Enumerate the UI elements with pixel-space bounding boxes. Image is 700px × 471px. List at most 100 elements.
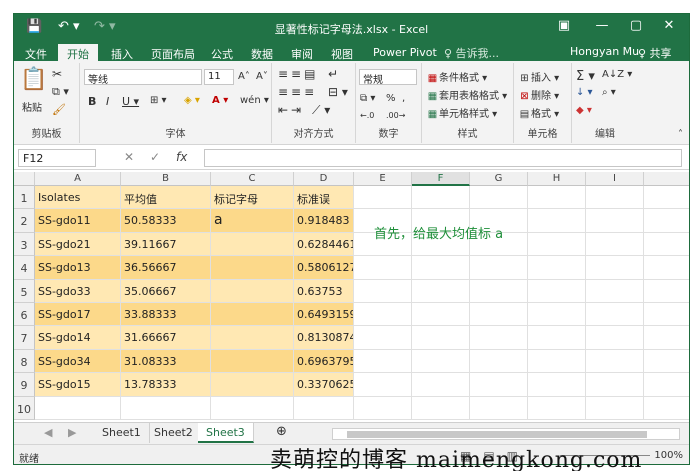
- currency-button[interactable]: ⧉ ▾: [360, 93, 375, 104]
- cell-H4[interactable]: [528, 256, 586, 280]
- cell-I2[interactable]: [586, 209, 644, 233]
- font-color-button[interactable]: A ▾: [212, 95, 228, 106]
- format-as-table-button[interactable]: ▦ 套用表格格式 ▾: [426, 87, 507, 102]
- cell-B4[interactable]: 36.56667: [121, 256, 211, 280]
- cell-x8[interactable]: [644, 350, 689, 374]
- cell-F1[interactable]: [412, 186, 470, 210]
- user-name[interactable]: Hongyan Mu: [570, 45, 639, 58]
- cell-A10[interactable]: [35, 396, 121, 420]
- formula-input[interactable]: [204, 149, 682, 167]
- close-button[interactable]: ✕: [659, 18, 679, 33]
- conditional-format-button[interactable]: ▦ 条件格式 ▾: [426, 69, 487, 84]
- bold-button[interactable]: B: [88, 95, 96, 108]
- cell-A7[interactable]: SS-gdo14: [35, 326, 121, 350]
- row-header-4[interactable]: 4: [14, 256, 35, 280]
- orientation-icon[interactable]: ⟋ ▾: [312, 103, 330, 118]
- cell-A5[interactable]: SS-gdo33: [35, 279, 121, 303]
- select-all-corner[interactable]: [14, 172, 35, 186]
- col-header-h[interactable]: H: [528, 172, 586, 186]
- wrap-text-icon[interactable]: ↵: [328, 67, 338, 81]
- cell-x3[interactable]: [644, 233, 689, 257]
- cell-x10[interactable]: [644, 397, 689, 420]
- cell-C6[interactable]: [211, 303, 294, 327]
- cell-B3[interactable]: 39.11667: [121, 232, 211, 257]
- cell-I6[interactable]: [586, 303, 644, 327]
- sheet-next-icon[interactable]: ▶: [60, 423, 84, 443]
- autosum-button[interactable]: Σ ▾: [576, 69, 595, 84]
- font-size-select[interactable]: 11: [204, 69, 234, 85]
- cell-x2[interactable]: [644, 209, 689, 233]
- format-painter-icon[interactable]: 🖌: [52, 103, 66, 116]
- format-cells-button[interactable]: ▤ 格式 ▾: [518, 105, 559, 120]
- decrease-decimal-button[interactable]: .00→: [386, 111, 405, 120]
- cell-D6[interactable]: 0.6493159: [294, 303, 354, 327]
- cell-G9[interactable]: [470, 373, 528, 397]
- zoom-level[interactable]: 100%: [654, 450, 683, 461]
- cell-E8[interactable]: [354, 349, 412, 374]
- maximize-button[interactable]: ▢: [626, 18, 646, 33]
- cell-C7[interactable]: [211, 326, 294, 350]
- shrink-font-button[interactable]: A˅: [256, 71, 268, 82]
- name-box[interactable]: F12: [18, 149, 96, 167]
- cell-C5[interactable]: [211, 279, 294, 303]
- cell-x9[interactable]: [644, 373, 689, 397]
- row-header-2[interactable]: 2: [14, 209, 35, 233]
- cell-x5[interactable]: [644, 280, 689, 303]
- cell-D5[interactable]: 0.63753: [294, 279, 354, 303]
- clear-button[interactable]: ◆ ▾: [576, 105, 592, 116]
- cell-H2[interactable]: [528, 209, 586, 233]
- copy-icon[interactable]: ⧉ ▾: [52, 85, 69, 99]
- cell-D4[interactable]: 0.5806127: [294, 256, 354, 280]
- tab-file[interactable]: 文件: [16, 44, 56, 61]
- cell-E9[interactable]: [354, 373, 412, 397]
- tab-view[interactable]: 视图: [322, 44, 362, 61]
- cell-E1[interactable]: [354, 186, 412, 210]
- cell-D8[interactable]: 0.6963795: [294, 349, 354, 374]
- cell-A2[interactable]: SS-gdo11: [35, 209, 121, 233]
- cell-H5[interactable]: [528, 279, 586, 303]
- cell-B9[interactable]: 13.78333: [121, 373, 211, 397]
- cell-C2[interactable]: a: [211, 209, 294, 233]
- sheet-tab-2[interactable]: Sheet2: [146, 423, 202, 443]
- cell-I5[interactable]: [586, 279, 644, 303]
- cell-F9[interactable]: [412, 373, 470, 397]
- cell-G6[interactable]: [470, 303, 528, 327]
- cell-I4[interactable]: [586, 256, 644, 280]
- cell-D2[interactable]: 0.918483: [294, 209, 354, 233]
- ribbon-options-icon[interactable]: ▣: [554, 18, 574, 33]
- border-button[interactable]: ⊞ ▾: [150, 95, 167, 106]
- cell-B10[interactable]: [121, 396, 211, 420]
- comma-button[interactable]: ,: [402, 93, 405, 104]
- cell-F10[interactable]: [412, 396, 470, 420]
- cell-A6[interactable]: SS-gdo17: [35, 303, 121, 327]
- row-header-8[interactable]: 8: [14, 349, 35, 374]
- row-header-7[interactable]: 7: [14, 326, 35, 350]
- cell-C9[interactable]: [211, 373, 294, 397]
- col-header-a[interactable]: A: [35, 172, 121, 186]
- font-name-select[interactable]: 等线: [84, 69, 202, 86]
- vertical-align-icons[interactable]: ≡≡▤: [278, 67, 318, 81]
- row-header-10[interactable]: 10: [14, 396, 35, 420]
- col-header-d[interactable]: D: [294, 172, 354, 186]
- cell-F6[interactable]: [412, 303, 470, 327]
- sheet-tab-1[interactable]: Sheet1: [94, 423, 150, 443]
- col-header-g[interactable]: G: [470, 172, 528, 186]
- cell-F7[interactable]: [412, 326, 470, 350]
- cell-x1[interactable]: [644, 186, 689, 210]
- col-header-c[interactable]: C: [211, 172, 294, 186]
- minimize-button[interactable]: —: [592, 18, 612, 33]
- number-format-select[interactable]: 常规: [359, 69, 417, 86]
- indent-icons[interactable]: ⇤⇥: [278, 103, 304, 117]
- scrollbar-thumb[interactable]: [347, 431, 647, 438]
- cell-A4[interactable]: SS-gdo13: [35, 256, 121, 280]
- phonetic-button[interactable]: wén ▾: [240, 95, 269, 106]
- cell-F5[interactable]: [412, 279, 470, 303]
- increase-decimal-button[interactable]: ←.0: [360, 111, 374, 120]
- italic-button[interactable]: I: [106, 95, 109, 108]
- cell-A3[interactable]: SS-gdo21: [35, 232, 121, 257]
- cell-C4[interactable]: [211, 256, 294, 280]
- cell-D3[interactable]: 0.6284461: [294, 232, 354, 257]
- cell-I1[interactable]: [586, 186, 644, 210]
- cell-B8[interactable]: 31.08333: [121, 349, 211, 374]
- col-header-f[interactable]: F: [412, 172, 470, 186]
